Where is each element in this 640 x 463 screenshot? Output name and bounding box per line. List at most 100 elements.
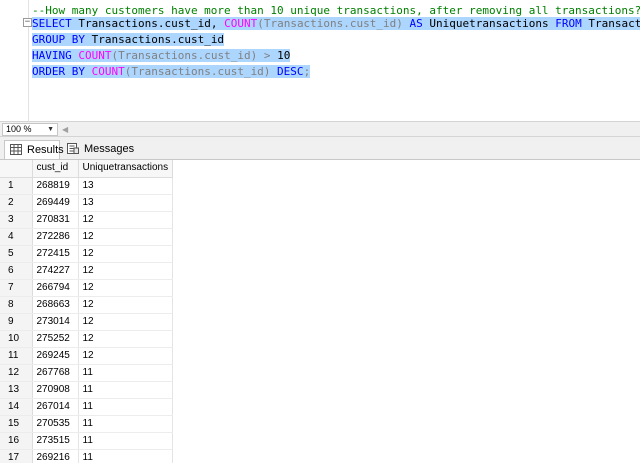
zoom-select[interactable]: 100 % ▼ — [2, 123, 58, 136]
scroll-left-icon[interactable]: ◀ — [62, 123, 68, 136]
cell-cust-id[interactable]: 270535 — [32, 415, 79, 433]
column-header-uniquetransactions[interactable]: Uniquetransactions — [78, 160, 174, 178]
cell-cust-id[interactable]: 269216 — [32, 449, 79, 463]
row-number[interactable]: 15 — [0, 415, 33, 433]
tab-results-label: Results — [27, 144, 64, 156]
cell-uniquetransactions[interactable]: 12 — [78, 228, 174, 246]
table-row[interactable]: 13 270908 11 — [0, 381, 174, 399]
cell-cust-id[interactable]: 273515 — [32, 432, 79, 450]
cell-cust-id[interactable]: 270908 — [32, 381, 79, 399]
order-argument: (Transactions.cust_id) — [124, 65, 271, 78]
row-number[interactable]: 13 — [0, 381, 33, 399]
cell-cust-id[interactable]: 270831 — [32, 211, 79, 229]
having-argument: (Transactions.cust_id) — [111, 49, 258, 62]
fn-count: COUNT — [224, 17, 258, 30]
table-row[interactable]: 3 270831 12 — [0, 211, 174, 229]
row-number[interactable]: 12 — [0, 364, 33, 382]
table-row[interactable]: 1 268819 13 — [0, 177, 174, 195]
table-row[interactable]: 4 272286 12 — [0, 228, 174, 246]
collapse-minus-icon[interactable]: − — [23, 18, 32, 27]
kw-as: AS — [402, 17, 430, 30]
table-row[interactable]: 15 270535 11 — [0, 415, 174, 433]
editor-gutter — [0, 0, 22, 121]
header-row: cust_id Uniquetransactions — [0, 160, 174, 178]
row-number[interactable]: 16 — [0, 432, 33, 450]
kw-having: HAVING — [32, 49, 72, 62]
cell-uniquetransactions[interactable]: 12 — [78, 211, 174, 229]
row-number[interactable]: 1 — [0, 177, 33, 195]
results-grid[interactable]: cust_id Uniquetransactions 1 268819 13 2 269… — [0, 159, 640, 463]
grid-icon — [10, 144, 22, 155]
table-row[interactable]: 8 268663 12 — [0, 296, 174, 314]
cell-cust-id[interactable]: 272415 — [32, 245, 79, 263]
cell-cust-id[interactable]: 268819 — [32, 177, 79, 195]
fn-count-order: COUNT — [84, 65, 125, 78]
cell-uniquetransactions[interactable]: 11 — [78, 449, 174, 463]
results-tabs: Results Messages — [0, 137, 640, 159]
table-row[interactable]: 2 269449 13 — [0, 194, 174, 212]
messages-icon — [67, 143, 79, 154]
row-number[interactable]: 4 — [0, 228, 33, 246]
table-row[interactable]: 16 273515 11 — [0, 432, 174, 450]
row-number[interactable]: 6 — [0, 262, 33, 280]
row-number[interactable]: 3 — [0, 211, 33, 229]
column-header-cust-id[interactable]: cust_id — [32, 160, 79, 178]
row-number[interactable]: 14 — [0, 398, 33, 416]
table-row[interactable]: 17 269216 11 — [0, 449, 174, 463]
cell-cust-id[interactable]: 274227 — [32, 262, 79, 280]
cell-uniquetransactions[interactable]: 12 — [78, 245, 174, 263]
row-number[interactable]: 7 — [0, 279, 33, 297]
cell-uniquetransactions[interactable]: 11 — [78, 398, 174, 416]
cell-uniquetransactions[interactable]: 11 — [78, 364, 174, 382]
row-number[interactable]: 11 — [0, 347, 33, 365]
cell-uniquetransactions[interactable]: 13 — [78, 177, 174, 195]
cell-uniquetransactions[interactable]: 12 — [78, 262, 174, 280]
cell-cust-id[interactable]: 273014 — [32, 313, 79, 331]
cell-cust-id[interactable]: 266794 — [32, 279, 79, 297]
row-number[interactable]: 9 — [0, 313, 33, 331]
code-line-select[interactable]: SELECT Transactions.cust_id, COUNT(Trans… — [32, 16, 640, 32]
tab-results[interactable]: Results — [4, 140, 64, 159]
table-row[interactable]: 10 275252 12 — [0, 330, 174, 348]
cell-uniquetransactions[interactable]: 12 — [78, 279, 174, 297]
table-row[interactable]: 11 269245 12 — [0, 347, 174, 365]
cell-cust-id[interactable]: 275252 — [32, 330, 79, 348]
cell-cust-id[interactable]: 269449 — [32, 194, 79, 212]
chevron-down-icon[interactable]: ▼ — [47, 124, 54, 135]
kw-group-by: GROUP BY — [32, 33, 85, 46]
cell-cust-id[interactable]: 269245 — [32, 347, 79, 365]
row-number[interactable]: 17 — [0, 449, 33, 463]
cell-uniquetransactions[interactable]: 12 — [78, 330, 174, 348]
cell-uniquetransactions[interactable]: 12 — [78, 296, 174, 314]
row-number[interactable]: 10 — [0, 330, 33, 348]
having-operator: > — [257, 49, 278, 62]
cell-cust-id[interactable]: 268663 — [32, 296, 79, 314]
cell-uniquetransactions[interactable]: 13 — [78, 194, 174, 212]
cell-uniquetransactions[interactable]: 12 — [78, 347, 174, 365]
cell-uniquetransactions[interactable]: 11 — [78, 432, 174, 450]
table-row[interactable]: 14 267014 11 — [0, 398, 174, 416]
code-line-order-by[interactable]: ORDER BY COUNT(Transactions.cust_id) DES… — [32, 64, 311, 80]
table-row[interactable]: 12 267768 11 — [0, 364, 174, 382]
tab-messages[interactable]: Messages — [62, 140, 134, 159]
code-line-having[interactable]: HAVING COUNT(Transactions.cust_id) > 10 — [32, 48, 291, 64]
corner-cell[interactable] — [0, 160, 33, 178]
row-number[interactable]: 8 — [0, 296, 33, 314]
table-row[interactable]: 5 272415 12 — [0, 245, 174, 263]
kw-select: SELECT — [32, 17, 72, 30]
cell-cust-id[interactable]: 267014 — [32, 398, 79, 416]
row-number[interactable]: 2 — [0, 194, 33, 212]
kw-from: FROM — [548, 17, 582, 30]
cell-cust-id[interactable]: 267768 — [32, 364, 79, 382]
query-editor[interactable]: − --How many customers have more than 10… — [0, 0, 640, 121]
cell-cust-id[interactable]: 272286 — [32, 228, 79, 246]
row-number[interactable]: 5 — [0, 245, 33, 263]
table-row[interactable]: 7 266794 12 — [0, 279, 174, 297]
table-row[interactable]: 9 273014 12 — [0, 313, 174, 331]
table-row[interactable]: 6 274227 12 — [0, 262, 174, 280]
cell-uniquetransactions[interactable]: 11 — [78, 381, 174, 399]
cell-uniquetransactions[interactable]: 12 — [78, 313, 174, 331]
cell-uniquetransactions[interactable]: 11 — [78, 415, 174, 433]
code-line-group-by[interactable]: GROUP BY Transactions.cust_id — [32, 32, 225, 48]
from-table: Transactions — [588, 17, 640, 30]
